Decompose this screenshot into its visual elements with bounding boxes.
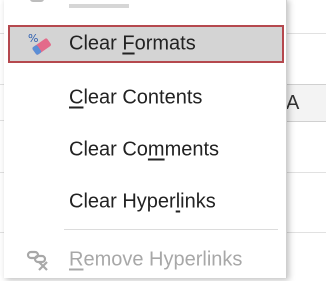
menu-item-clear-comments[interactable]: Clear Comments: [4, 129, 286, 171]
menu-item-clear-hyperlinks[interactable]: Clear Hyperlinks: [4, 181, 286, 223]
menu-item-label: Clear Contents: [69, 86, 203, 109]
column-header-label: A: [286, 92, 300, 114]
remove-hyperlink-icon: [26, 249, 52, 271]
menu-item-label: Clear Formats: [69, 32, 196, 55]
menu-item-remove-hyperlinks: Remove Hyperlinks: [4, 239, 286, 281]
partial-icon: [30, 0, 44, 2]
clear-formats-icon: %: [26, 31, 54, 57]
menu-item-label: Clear Comments: [69, 138, 220, 161]
column-header[interactable]: A: [286, 84, 326, 122]
menu-item-label: Clear Hyperlinks: [69, 190, 216, 213]
menu-item-label: Remove Hyperlinks: [69, 248, 243, 271]
clear-context-menu: % Clear Formats Clear Contents Clear Com…: [4, 0, 287, 278]
menu-item-clear-formats[interactable]: % Clear Formats: [8, 25, 284, 63]
menu-separator: [64, 229, 278, 230]
svg-text:%: %: [28, 32, 38, 45]
menu-item-clear-contents[interactable]: Clear Contents: [4, 77, 286, 119]
